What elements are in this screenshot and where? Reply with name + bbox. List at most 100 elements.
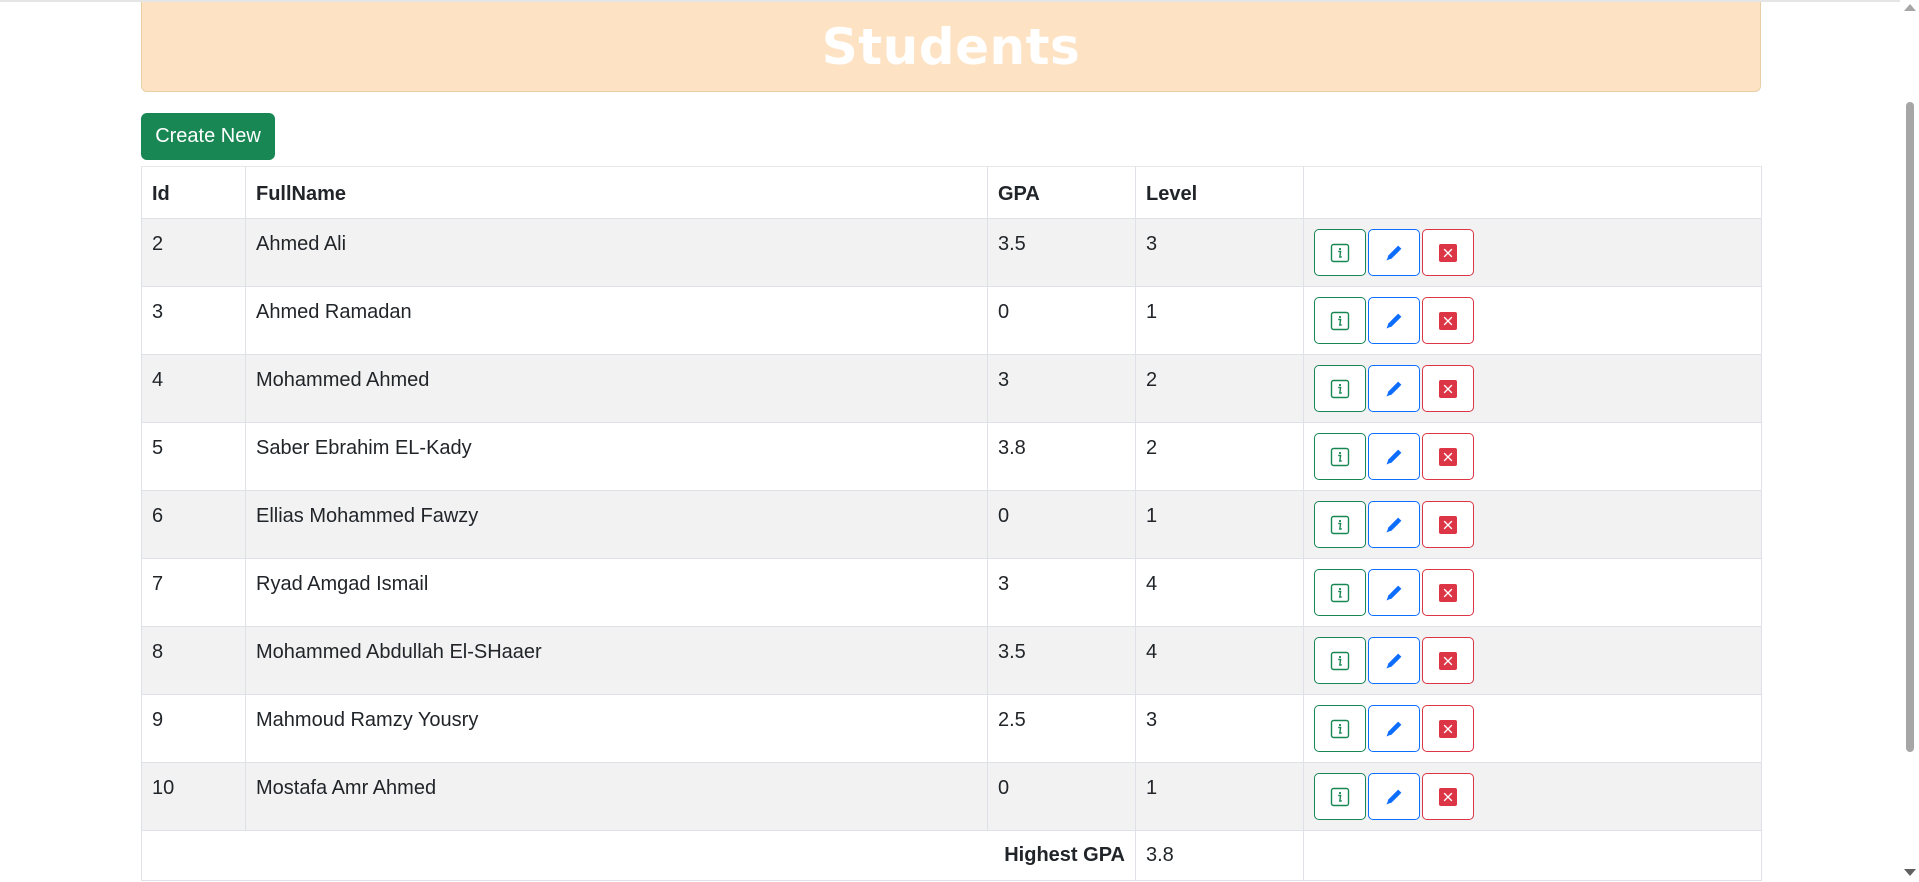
delete-button[interactable]	[1422, 705, 1474, 752]
vertical-scrollbar[interactable]	[1900, 0, 1919, 882]
table-row: 8 Mohammed Abdullah El-SHaaer 3.5 4	[141, 626, 1762, 695]
edit-button[interactable]	[1368, 773, 1420, 820]
cell-id: 6	[141, 490, 246, 559]
info-icon	[1330, 787, 1350, 807]
pencil-icon	[1383, 582, 1405, 604]
details-button[interactable]	[1314, 501, 1366, 548]
table-body: 2 Ahmed Ali 3.5 3 3 Ahmed Ramadan 0 1 4 Mohammed …	[141, 218, 1762, 831]
x-icon	[1438, 379, 1458, 399]
cell-id: 7	[141, 558, 246, 627]
cell-id: 3	[141, 286, 246, 355]
edit-button[interactable]	[1368, 569, 1420, 616]
cell-level: 4	[1135, 558, 1304, 627]
info-icon	[1330, 243, 1350, 263]
cell-actions	[1303, 354, 1762, 423]
table-header-row: Id FullName GPA Level	[141, 166, 1762, 219]
info-icon	[1330, 379, 1350, 399]
cell-id: 2	[141, 218, 246, 287]
table-footer-row: Highest GPA 3.8	[141, 830, 1762, 881]
table-row: 2 Ahmed Ali 3.5 3	[141, 218, 1762, 287]
delete-button[interactable]	[1422, 297, 1474, 344]
delete-button[interactable]	[1422, 433, 1474, 480]
details-button[interactable]	[1314, 637, 1366, 684]
details-button[interactable]	[1314, 705, 1366, 752]
cell-actions	[1303, 558, 1762, 627]
create-new-button[interactable]: Create New	[141, 113, 275, 160]
table-row: 5 Saber Ebrahim EL-Kady 3.8 2	[141, 422, 1762, 491]
table-row: 3 Ahmed Ramadan 0 1	[141, 286, 1762, 355]
edit-button[interactable]	[1368, 501, 1420, 548]
pencil-icon	[1383, 242, 1405, 264]
details-button[interactable]	[1314, 569, 1366, 616]
cell-id: 5	[141, 422, 246, 491]
cell-fullname: Ellias Mohammed Fawzy	[245, 490, 988, 559]
cell-actions	[1303, 422, 1762, 491]
header-actions	[1303, 166, 1762, 219]
info-icon	[1330, 447, 1350, 467]
cell-actions	[1303, 762, 1762, 831]
cell-id: 8	[141, 626, 246, 695]
cell-id: 9	[141, 694, 246, 763]
scroll-up-arrow-icon[interactable]	[1904, 4, 1916, 11]
cell-fullname: Ryad Amgad Ismail	[245, 558, 988, 627]
edit-button[interactable]	[1368, 637, 1420, 684]
details-button[interactable]	[1314, 229, 1366, 276]
highest-gpa-label: Highest GPA	[141, 830, 1136, 881]
pencil-icon	[1383, 310, 1405, 332]
details-button[interactable]	[1314, 773, 1366, 820]
delete-button[interactable]	[1422, 773, 1474, 820]
cell-actions	[1303, 626, 1762, 695]
info-icon	[1330, 651, 1350, 671]
header-id[interactable]: Id	[141, 166, 246, 219]
pencil-icon	[1383, 514, 1405, 536]
table-row: 7 Ryad Amgad Ismail 3 4	[141, 558, 1762, 627]
cell-level: 3	[1135, 218, 1304, 287]
cell-actions	[1303, 218, 1762, 287]
cell-gpa: 2.5	[987, 694, 1136, 763]
pencil-icon	[1383, 378, 1405, 400]
pencil-icon	[1383, 786, 1405, 808]
details-button[interactable]	[1314, 433, 1366, 480]
x-icon	[1438, 515, 1458, 535]
edit-button[interactable]	[1368, 229, 1420, 276]
header-level[interactable]: Level	[1135, 166, 1304, 219]
info-icon	[1330, 311, 1350, 331]
details-button[interactable]	[1314, 297, 1366, 344]
cell-fullname: Mohammed Ahmed	[245, 354, 988, 423]
cell-level: 3	[1135, 694, 1304, 763]
footer-empty-cell	[1303, 830, 1762, 881]
cell-gpa: 3.5	[987, 626, 1136, 695]
cell-fullname: Mahmoud Ramzy Yousry	[245, 694, 988, 763]
x-icon	[1438, 243, 1458, 263]
delete-button[interactable]	[1422, 365, 1474, 412]
main-container: Students Create New Id FullName GPA Leve…	[141, 2, 1762, 881]
delete-button[interactable]	[1422, 637, 1474, 684]
x-icon	[1438, 787, 1458, 807]
info-icon	[1330, 515, 1350, 535]
edit-button[interactable]	[1368, 365, 1420, 412]
edit-button[interactable]	[1368, 705, 1420, 752]
header-fullname[interactable]: FullName	[245, 166, 988, 219]
cell-fullname: Mostafa Amr Ahmed	[245, 762, 988, 831]
edit-button[interactable]	[1368, 433, 1420, 480]
header-gpa[interactable]: GPA	[987, 166, 1136, 219]
details-button[interactable]	[1314, 365, 1366, 412]
page-banner: Students	[141, 2, 1761, 92]
cell-gpa: 0	[987, 490, 1136, 559]
cell-level: 1	[1135, 286, 1304, 355]
pencil-icon	[1383, 446, 1405, 468]
cell-id: 10	[141, 762, 246, 831]
cell-fullname: Ahmed Ramadan	[245, 286, 988, 355]
delete-button[interactable]	[1422, 569, 1474, 616]
delete-button[interactable]	[1422, 501, 1474, 548]
pencil-icon	[1383, 650, 1405, 672]
info-icon	[1330, 719, 1350, 739]
cell-fullname: Saber Ebrahim EL-Kady	[245, 422, 988, 491]
scroll-down-arrow-icon[interactable]	[1904, 869, 1916, 876]
delete-button[interactable]	[1422, 229, 1474, 276]
scrollbar-thumb[interactable]	[1906, 102, 1914, 752]
table-row: 10 Mostafa Amr Ahmed 0 1	[141, 762, 1762, 831]
edit-button[interactable]	[1368, 297, 1420, 344]
table-row: 6 Ellias Mohammed Fawzy 0 1	[141, 490, 1762, 559]
cell-actions	[1303, 490, 1762, 559]
